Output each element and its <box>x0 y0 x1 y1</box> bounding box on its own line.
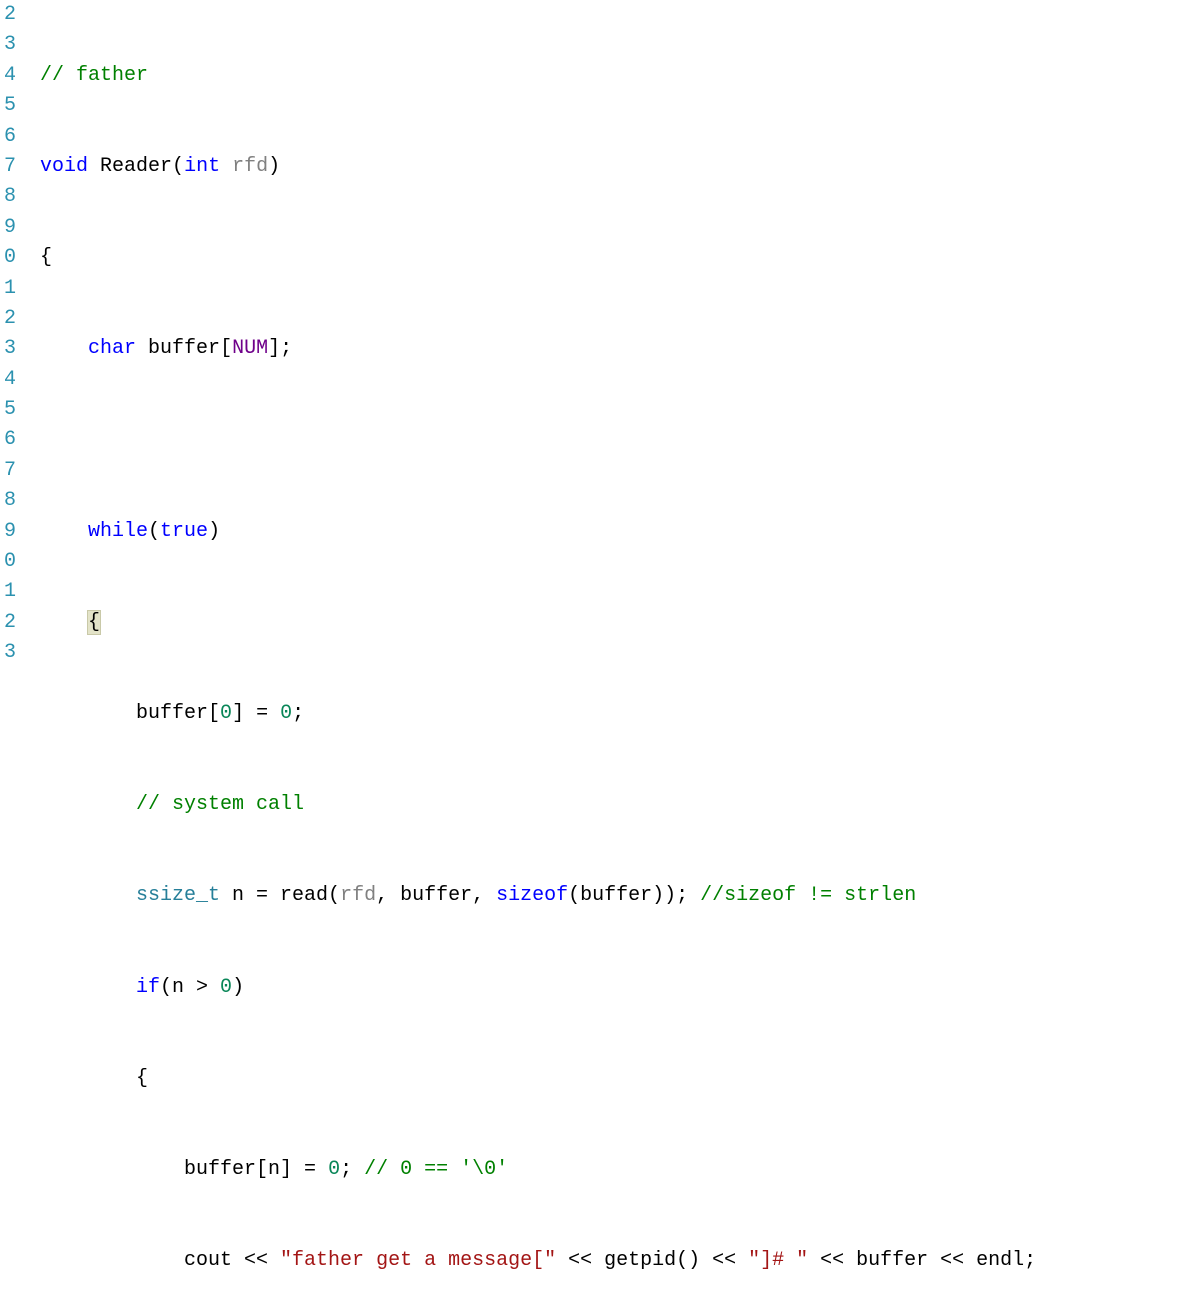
comment-token: // 0 == '\0' <box>364 1158 508 1181</box>
keyword-token: int <box>184 155 220 178</box>
line-number-gutter: 2 3 4 5 6 7 8 9 0 1 2 3 4 5 6 7 8 9 0 1 … <box>0 0 18 645</box>
text-token: n = read( <box>220 884 340 907</box>
punct-token: ; <box>280 337 292 360</box>
line-number: 3 <box>0 334 16 364</box>
code-editor[interactable]: 2 3 4 5 6 7 8 9 0 1 2 3 4 5 6 7 8 9 0 1 … <box>0 0 1188 645</box>
line-number: 3 <box>0 30 16 60</box>
line-number: 7 <box>0 456 16 486</box>
line-number: 2 <box>0 304 16 334</box>
string-token: "]# " <box>748 1249 808 1272</box>
function-name-token: Reader <box>100 155 172 178</box>
keyword-token: char <box>88 337 136 360</box>
punct-token: ) <box>232 976 244 999</box>
text-token: , buffer, <box>376 884 496 907</box>
punct-token: ] = <box>232 702 280 725</box>
punct-token: [ <box>220 337 232 360</box>
keyword-token: while <box>88 520 148 543</box>
line-number: 9 <box>0 213 16 243</box>
text-token: ; <box>340 1158 364 1181</box>
punct-token: [ <box>208 702 220 725</box>
punct-token: ] <box>268 337 280 360</box>
code-line[interactable]: { <box>40 608 1188 638</box>
code-line[interactable]: { <box>40 1064 1188 1094</box>
number-token: 0 <box>220 702 232 725</box>
keyword-token: sizeof <box>496 884 568 907</box>
number-token: 0 <box>328 1158 340 1181</box>
punct-token: ( <box>172 155 184 178</box>
code-line[interactable]: ssize_t n = read(rfd, buffer, sizeof(buf… <box>40 881 1188 911</box>
line-number: 8 <box>0 182 16 212</box>
line-number: 3 <box>0 638 16 668</box>
line-number: 0 <box>0 243 16 273</box>
punct-token: ) <box>268 155 280 178</box>
text-token: << buffer << endl; <box>808 1249 1036 1272</box>
keyword-token: if <box>136 976 160 999</box>
punct-token: ; <box>292 702 304 725</box>
code-line[interactable] <box>40 425 1188 455</box>
code-line[interactable]: cout << "father get a message[" << getpi… <box>40 1246 1188 1276</box>
line-number: 1 <box>0 577 16 607</box>
code-line[interactable]: buffer[0] = 0; <box>40 699 1188 729</box>
line-number: 9 <box>0 517 16 547</box>
code-line[interactable]: buffer[n] = 0; // 0 == '\0' <box>40 1155 1188 1185</box>
line-number: 5 <box>0 91 16 121</box>
line-number: 4 <box>0 61 16 91</box>
text-token: (buffer)); <box>568 884 700 907</box>
brace-token: { <box>40 246 52 269</box>
line-number: 2 <box>0 0 16 30</box>
line-number: 8 <box>0 486 16 516</box>
macro-token: NUM <box>232 337 268 360</box>
brace-match-token: { <box>88 611 100 634</box>
code-line[interactable]: void Reader(int rfd) <box>40 152 1188 182</box>
comment-token: //sizeof != strlen <box>700 884 916 907</box>
punct-token: ) <box>208 520 220 543</box>
line-number: 0 <box>0 547 16 577</box>
ident-token: buffer <box>148 337 220 360</box>
line-number: 7 <box>0 152 16 182</box>
keyword-token: void <box>40 155 88 178</box>
text-token: << getpid() << <box>556 1249 748 1272</box>
type-token: ssize_t <box>136 884 220 907</box>
param-token: rfd <box>340 884 376 907</box>
code-line[interactable]: // father <box>40 61 1188 91</box>
number-token: 0 <box>280 702 292 725</box>
comment-token: // system call <box>136 793 304 816</box>
text-token: cout << <box>184 1249 280 1272</box>
punct-token: ( <box>148 520 160 543</box>
text-token: buffer[n] = <box>184 1158 328 1181</box>
code-line[interactable]: { <box>40 243 1188 273</box>
line-number: 6 <box>0 122 16 152</box>
text-token: (n > <box>160 976 220 999</box>
line-number: 6 <box>0 425 16 455</box>
number-token: 0 <box>220 976 232 999</box>
line-number: 1 <box>0 274 16 304</box>
code-line[interactable]: char buffer[NUM]; <box>40 334 1188 364</box>
ident-token: buffer <box>136 702 208 725</box>
keyword-token: true <box>160 520 208 543</box>
string-token: "father get a message[" <box>280 1249 556 1272</box>
code-area[interactable]: // father void Reader(int rfd) { char bu… <box>18 0 1188 645</box>
line-number: 4 <box>0 365 16 395</box>
line-number: 5 <box>0 395 16 425</box>
line-number: 2 <box>0 608 16 638</box>
code-line[interactable]: while(true) <box>40 517 1188 547</box>
code-line[interactable]: if(n > 0) <box>40 973 1188 1003</box>
code-line[interactable]: // system call <box>40 790 1188 820</box>
brace-token: { <box>136 1067 148 1090</box>
param-token: rfd <box>232 155 268 178</box>
comment-token: // father <box>40 64 148 87</box>
